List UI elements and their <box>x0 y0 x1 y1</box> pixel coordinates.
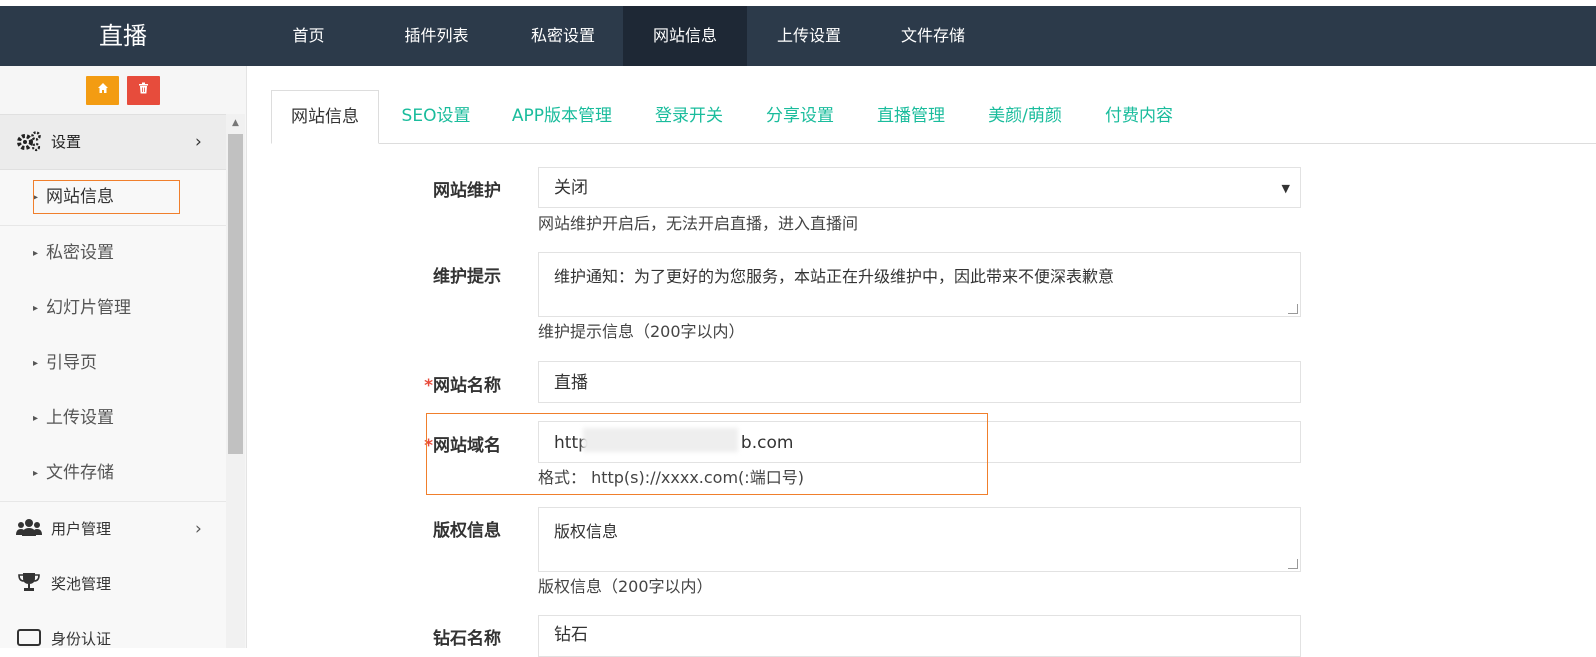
copyright-value: 版权信息 <box>554 522 619 541</box>
topnav-privacy[interactable]: 私密设置 <box>503 6 623 66</box>
caret-right-icon: ▸ <box>33 413 39 424</box>
dropdown-arrow-icon: ▼ <box>1281 182 1290 195</box>
topnav-home[interactable]: 首页 <box>247 6 370 66</box>
sidebar-group-pool[interactable]: 奖池管理 <box>0 557 226 612</box>
caret-right-icon: ▸ <box>33 468 39 479</box>
sidebar-item-label: 上传设置 <box>46 408 114 428</box>
maintenance-select[interactable]: 关闭 ▼ <box>538 167 1301 208</box>
maintenance-tip-textarea[interactable]: 维护通知：为了更好的为您服务，本站正在升级维护中，因此带来不便深表歉意 <box>538 252 1301 317</box>
site-name-value: 直播 <box>554 373 588 393</box>
caret-right-icon: ▸ <box>33 248 39 259</box>
caret-right-icon: ▸ <box>33 303 39 314</box>
site-name-label-text: 网站名称 <box>433 376 501 396</box>
required-mark: * <box>424 376 433 396</box>
maintenance-tip-label: 维护提示 <box>433 267 501 287</box>
diamond-name-value: 钻石 <box>554 625 588 645</box>
settings-tabs: 网站信息 SEO设置 APP版本管理 登录开关 分享设置 直播管理 美颜/萌颜 … <box>271 90 1596 144</box>
trophy-icon <box>16 572 42 596</box>
sidebar: 设置 › ▸ 网站信息 ▸ 私密设置 ▸ 幻灯片管理 ▸ 引导页 ▸ 上传设置 … <box>0 66 247 648</box>
topnav-plugins[interactable]: 插件列表 <box>370 6 503 66</box>
tab-site-info[interactable]: 网站信息 <box>271 90 379 144</box>
resize-grip-icon[interactable] <box>1288 304 1298 314</box>
sidebar-toolbar <box>0 66 228 114</box>
sidebar-group-users[interactable]: 用户管理 › <box>0 502 226 557</box>
sidebar-item-guide[interactable]: ▸ 引导页 <box>0 336 226 392</box>
tab-live[interactable]: 直播管理 <box>875 90 947 143</box>
tab-paid-content[interactable]: 付费内容 <box>1103 90 1175 143</box>
sidebar-group-label: 身份认证 <box>51 630 112 648</box>
sidebar-item-storage[interactable]: ▸ 文件存储 <box>0 446 226 502</box>
site-name-input[interactable]: 直播 <box>538 361 1301 403</box>
delete-button[interactable] <box>127 76 160 105</box>
sidebar-item-label: 幻灯片管理 <box>46 298 131 318</box>
sidebar-item-privacy[interactable]: ▸ 私密设置 <box>0 226 226 282</box>
users-icon <box>16 517 42 541</box>
scroll-up-arrow-icon[interactable]: ▲ <box>226 114 245 132</box>
brand-title[interactable]: 直播 <box>0 6 246 66</box>
home-button[interactable] <box>86 76 119 105</box>
diamond-name-label: 钻石名称 <box>433 629 501 649</box>
sidebar-item-slides[interactable]: ▸ 幻灯片管理 <box>0 281 226 337</box>
home-icon <box>97 83 109 98</box>
sidebar-group-auth[interactable]: 身份认证 <box>0 612 226 648</box>
id-card-icon <box>16 627 42 648</box>
tab-app-version[interactable]: APP版本管理 <box>509 90 615 143</box>
caret-right-icon: ▸ <box>33 358 39 369</box>
topnav-upload[interactable]: 上传设置 <box>747 6 871 66</box>
sidebar-group-label: 设置 <box>51 133 82 151</box>
maintenance-hint: 网站维护开启后，无法开启直播，进入直播间 <box>538 214 859 233</box>
annotation-highlight-box <box>426 413 988 495</box>
maintenance-value: 关闭 <box>554 178 588 198</box>
copyright-hint: 版权信息（200字以内） <box>538 577 713 596</box>
top-navbar: 直播 首页 插件列表 私密设置 网站信息 上传设置 文件存储 <box>0 6 1596 66</box>
sidebar-item-label: 文件存储 <box>46 463 114 483</box>
top-nav: 首页 插件列表 私密设置 网站信息 上传设置 文件存储 <box>247 6 995 66</box>
resize-grip-icon[interactable] <box>1288 559 1298 569</box>
topnav-storage[interactable]: 文件存储 <box>871 6 995 66</box>
scroll-thumb[interactable] <box>228 134 243 454</box>
tab-seo[interactable]: SEO设置 <box>399 90 473 143</box>
site-name-label: *网站名称 <box>371 371 501 396</box>
maintenance-label: 网站维护 <box>433 181 501 201</box>
tab-share[interactable]: 分享设置 <box>764 90 836 143</box>
copyright-textarea[interactable]: 版权信息 <box>538 507 1301 572</box>
tab-login-switch[interactable]: 登录开关 <box>653 90 725 143</box>
tab-beauty[interactable]: 美颜/萌颜 <box>985 90 1065 143</box>
sidebar-item-label: 引导页 <box>46 353 97 373</box>
chevron-right-icon: › <box>195 132 202 152</box>
maintenance-tip-value: 维护通知：为了更好的为您服务，本站正在升级维护中，因此带来不便深表歉意 <box>554 267 1115 286</box>
sidebar-group-label: 奖池管理 <box>51 575 112 593</box>
sidebar-item-upload[interactable]: ▸ 上传设置 <box>0 391 226 447</box>
sidebar-item-label: 私密设置 <box>46 243 114 263</box>
annotation-highlight-box <box>33 180 180 214</box>
chevron-right-icon: › <box>195 519 202 539</box>
maintenance-tip-hint: 维护提示信息（200字以内） <box>538 322 745 341</box>
gears-icon <box>16 130 41 154</box>
sidebar-group-settings[interactable]: 设置 › <box>0 114 226 170</box>
sidebar-group-label: 用户管理 <box>51 520 112 538</box>
trash-icon <box>138 82 149 98</box>
diamond-name-input[interactable]: 钻石 <box>538 615 1301 657</box>
copyright-label: 版权信息 <box>433 521 501 541</box>
sidebar-scrollbar[interactable]: ▲ <box>226 114 245 648</box>
topnav-site-info[interactable]: 网站信息 <box>623 6 747 66</box>
